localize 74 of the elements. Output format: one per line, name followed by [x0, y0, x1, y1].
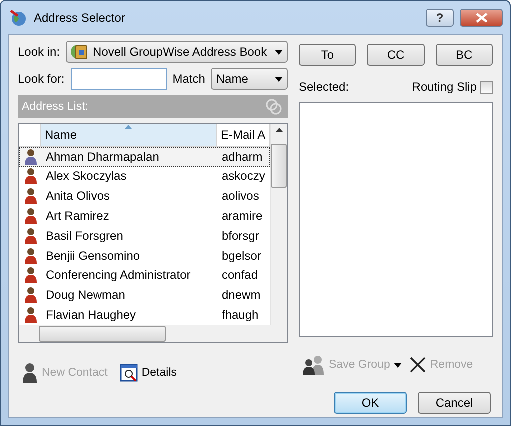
- person-icon: [25, 168, 37, 184]
- look-for-field[interactable]: [70, 68, 167, 90]
- person-icon: [25, 307, 37, 324]
- window-title: Address Selector: [34, 10, 126, 24]
- caret-icon: [275, 76, 283, 82]
- horizontal-scrollbar[interactable]: [19, 325, 270, 342]
- address-row[interactable]: Benjii Gensomino bgelsor: [19, 246, 270, 266]
- selected-label: Selected:: [299, 80, 350, 94]
- email-cell-text: aramire: [221, 209, 264, 224]
- name-cell-text: Art Ramirez: [45, 209, 110, 224]
- email-cell-text: dnewm: [221, 288, 262, 302]
- name-cell-text: Flavian Haughey: [45, 308, 138, 322]
- cancel-button[interactable]: Cancel: [418, 392, 491, 414]
- name-cell-text: Doug Newman: [45, 288, 126, 302]
- person-icon: [25, 148, 37, 165]
- caret-icon: [275, 50, 283, 54]
- column-header[interactable]: Name: [41, 124, 217, 147]
- details-icon: [120, 364, 138, 382]
- name-cell-text: Ahman Dharmapalan: [45, 150, 160, 164]
- match-label: Match: [172, 72, 206, 86]
- person-icon: [25, 228, 37, 244]
- remove-icon: [410, 357, 426, 373]
- address-row[interactable]: Ahman Dharmapalan adharm: [19, 146, 270, 167]
- ok-button[interactable]: OK: [334, 392, 407, 414]
- address-row[interactable]: Conferencing Administrator confad: [19, 266, 270, 286]
- recipient-button[interactable]: To: [299, 44, 356, 66]
- person-icon: [22, 363, 38, 383]
- person-icon: [25, 188, 37, 204]
- email-cell-text: confad: [221, 268, 260, 282]
- column-header[interactable]: E-Mail A: [217, 124, 270, 147]
- close-icon: [476, 12, 488, 22]
- caret-icon: [394, 362, 402, 368]
- person-icon: [25, 248, 37, 264]
- address-row[interactable]: Basil Forsgren bforsgr: [19, 226, 270, 246]
- address-list-title: Address List:: [22, 100, 88, 112]
- name-cell-text: Conferencing Administrator: [45, 268, 192, 282]
- recipient-button[interactable]: CC: [367, 44, 425, 66]
- email-cell-text: askoczy: [221, 169, 266, 184]
- person-icon: [25, 208, 37, 224]
- close-button[interactable]: [460, 8, 503, 26]
- group-icon: [303, 355, 325, 375]
- look-in-dropdown[interactable]: Novell GroupWise Address Book: [66, 41, 288, 63]
- name-cell-text: Benjii Gensomino: [45, 248, 142, 263]
- name-cell-text: Anita Olivos: [45, 189, 112, 204]
- person-icon: [25, 287, 37, 304]
- name-cell-text: Basil Forsgren: [45, 228, 124, 243]
- details-button[interactable]: Details: [120, 364, 177, 382]
- person-icon: [25, 267, 37, 284]
- address-row[interactable]: Flavian Haughey fhaugh: [19, 305, 270, 325]
- routing-slip-label: Routing Slip: [412, 80, 477, 94]
- recipient-button[interactable]: BC: [436, 44, 493, 66]
- address-book-icon: [71, 43, 90, 61]
- look-for-label: Look for:: [18, 72, 65, 86]
- address-row[interactable]: Alex Skoczylas askoczy: [19, 166, 270, 186]
- address-row[interactable]: Anita Olivos aolivos: [19, 186, 270, 206]
- email-cell-text: fhaugh: [221, 308, 260, 322]
- email-cell-text: bforsgr: [221, 228, 260, 243]
- scroll-up-icon[interactable]: [276, 128, 282, 132]
- name-cell-text: Alex Skoczylas: [45, 169, 128, 184]
- email-cell-text: aolivos: [221, 189, 260, 204]
- sort-arrow-icon: [125, 125, 132, 129]
- vertical-scrollbar[interactable]: [270, 124, 287, 325]
- rings-icon: [266, 98, 282, 114]
- scroll-thumb[interactable]: [39, 326, 166, 342]
- match-dropdown[interactable]: Name: [211, 68, 288, 90]
- scroll-thumb[interactable]: [271, 144, 287, 188]
- help-button[interactable]: ?: [426, 8, 454, 26]
- globe-icon: [10, 8, 28, 26]
- routing-slip-checkbox[interactable]: [480, 80, 493, 94]
- email-cell-text: bgelsor: [221, 248, 262, 263]
- address-row[interactable]: Art Ramirez aramire: [19, 206, 270, 226]
- email-cell-text: adharm: [221, 150, 264, 164]
- look-in-label: Look in:: [18, 45, 60, 59]
- address-row[interactable]: Doug Newman dnewm: [19, 285, 270, 306]
